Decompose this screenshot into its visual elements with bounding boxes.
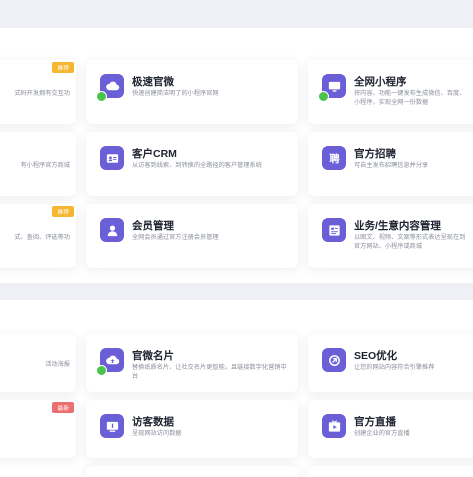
upload-icon — [96, 348, 124, 376]
feature-card-partial-6[interactable] — [86, 466, 298, 477]
card-description: 创建企业的官方直播 — [354, 430, 410, 437]
seo-icon — [322, 348, 346, 372]
feature-section-1: 推荐 式码开发拥有交互功 极速官微 快速创建简洁明了的小程序官网 全网小程序 将… — [0, 28, 473, 283]
card-description: 式、查阅、评选等功 — [14, 234, 70, 241]
member-icon — [100, 218, 124, 242]
card-description: 可自主发布招聘信息并分享 — [354, 162, 429, 169]
card-title: 官微名片 — [132, 350, 174, 362]
recommend-badge: 推荐 — [52, 62, 74, 73]
content-icon — [322, 218, 346, 242]
card-description: 式码开发拥有交互功 — [14, 90, 70, 97]
card-title: 客户CRM — [132, 148, 177, 160]
card-title: 业务/生意内容管理 — [354, 220, 441, 232]
card-description: 让您的网站内容符合引擎推荐 — [354, 364, 435, 371]
feature-card-seo[interactable]: SEO优化 让您的网站内容符合引擎推荐 — [308, 334, 473, 392]
svg-text:聘: 聘 — [329, 152, 340, 165]
recommend-badge: 推荐 — [52, 206, 74, 217]
feature-card-partial-1[interactable]: 推荐 式码开发拥有交互功 — [0, 60, 76, 124]
feature-card-visitor-data[interactable]: 访客数据 呈现网站访问数据 — [86, 400, 298, 458]
cloud-icon — [96, 74, 124, 102]
feature-card-partial-7[interactable] — [308, 466, 473, 477]
card-description: 以图文、视频、文案等形式表达呈现在到官方网站、小程序或商城 — [354, 234, 466, 250]
feature-card-partial-2[interactable]: 有小程序官方商城 — [0, 132, 76, 196]
new-badge: 最新 — [52, 402, 74, 413]
card-title: 官方直播 — [354, 416, 396, 428]
card-title: 会员管理 — [132, 220, 174, 232]
card-description: 活动海报 — [45, 361, 70, 368]
free-dot-icon — [96, 365, 107, 376]
card-title: SEO优化 — [354, 350, 398, 362]
free-dot-icon — [96, 91, 107, 102]
feature-card-crm[interactable]: 客户CRM 从访客到线索、到转换的全路径的客户管理系统 — [86, 132, 298, 196]
card-title: 全网小程序 — [354, 76, 407, 88]
feature-card-mini-program[interactable]: 全网小程序 将内容、功能一键发布生成微信、百度、小程序，实现全网一份数据 — [308, 60, 473, 124]
feature-card-recruit[interactable]: 聘 官方招聘 可自主发布招聘信息并分享 — [308, 132, 473, 196]
card-description: 有小程序官方商城 — [20, 162, 71, 169]
card-description: 从访客到线索、到转换的全路径的客户管理系统 — [132, 162, 262, 169]
card-description: 将内容、功能一键发布生成微信、百度、小程序，实现全网一份数据 — [354, 90, 466, 106]
feature-card-partial-3[interactable]: 推荐 式、查阅、评选等功 — [0, 204, 76, 268]
recruit-icon: 聘 — [322, 146, 346, 170]
free-dot-icon — [318, 91, 329, 102]
id-card-icon — [100, 146, 124, 170]
monitor-icon — [318, 74, 346, 102]
card-description: 呈现网站访问数据 — [132, 430, 182, 437]
visitor-icon — [100, 414, 124, 438]
card-title: 访客数据 — [132, 416, 174, 428]
card-title: 官方招聘 — [354, 148, 396, 160]
card-description: 全网会员通过官方注册会员管理 — [132, 234, 219, 241]
card-description: 快速创建简洁明了的小程序官网 — [132, 90, 219, 97]
feature-card-live[interactable]: 官方直播 创建企业的官方直播 — [308, 400, 473, 458]
feature-card-content[interactable]: 业务/生意内容管理 以图文、视频、文案等形式表达呈现在到官方网站、小程序或商城 — [308, 204, 473, 268]
card-title: 极速官微 — [132, 76, 174, 88]
feature-section-2: 活动海报 官微名片 替换纸质名片、让社交名片更智能，且链接数字化营销中台 SEO… — [0, 300, 473, 477]
feature-card-partial-5[interactable]: 最新 — [0, 400, 76, 458]
feature-card-member[interactable]: 会员管理 全网会员通过官方注册会员管理 — [86, 204, 298, 268]
feature-card-express-site[interactable]: 极速官微 快速创建简洁明了的小程序官网 — [86, 60, 298, 124]
feature-card-business-card[interactable]: 官微名片 替换纸质名片、让社交名片更智能，且链接数字化营销中台 — [86, 334, 298, 392]
feature-card-partial-4[interactable]: 活动海报 — [0, 334, 76, 392]
live-icon — [322, 414, 346, 438]
card-description: 替换纸质名片、让社交名片更智能，且链接数字化营销中台 — [132, 364, 287, 380]
